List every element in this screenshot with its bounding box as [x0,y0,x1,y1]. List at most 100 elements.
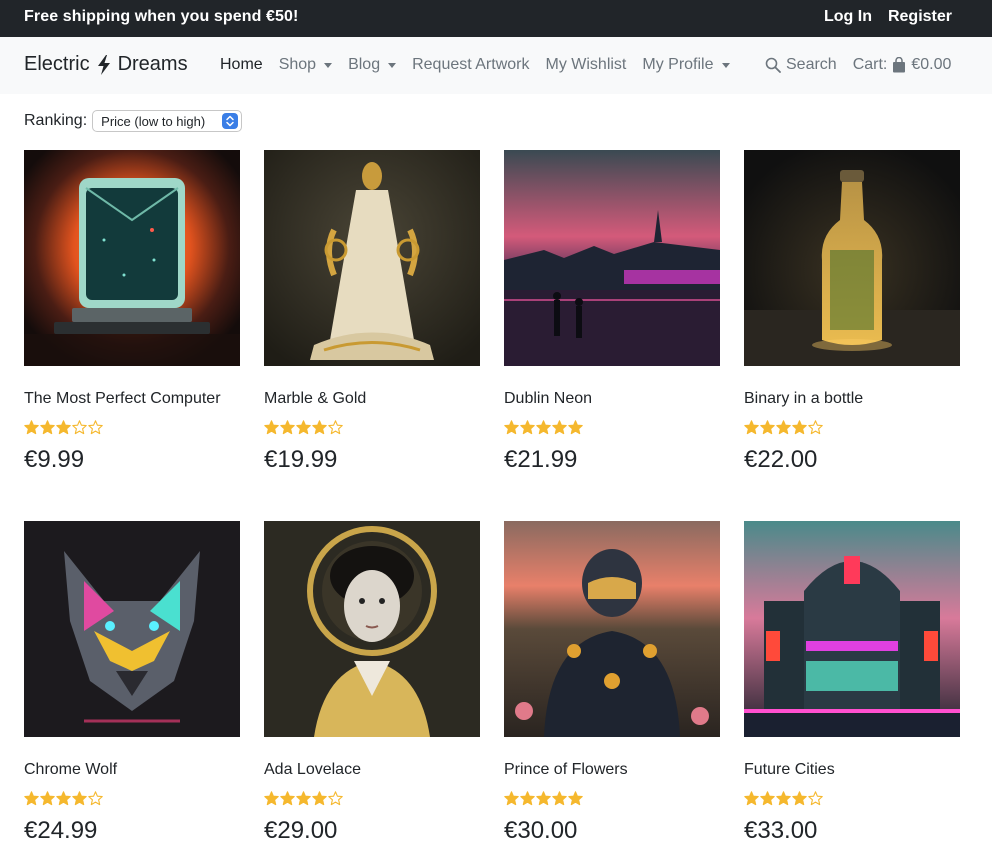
product-name[interactable]: Future Cities [744,761,835,779]
chevron-down-icon [721,62,730,68]
shopping-bag-icon [893,57,906,73]
product-rating [264,420,343,435]
star-filled-icon [568,420,583,435]
ranking-label: Ranking: [24,112,88,129]
nav-blog[interactable]: Blog [348,56,397,74]
login-link[interactable]: Log In [824,8,872,26]
star-filled-icon [520,420,535,435]
product-price: €24.99 [24,817,98,844]
star-empty-icon [88,791,103,806]
product-price: €22.00 [744,446,818,473]
star-filled-icon [72,791,87,806]
star-empty-icon [72,420,87,435]
star-filled-icon [744,420,759,435]
product-name[interactable]: Prince of Flowers [504,761,628,779]
nav-home[interactable]: Home [220,56,263,74]
free-shipping-promo: Free shipping when you spend €50! [24,8,299,25]
product-name[interactable]: Chrome Wolf [24,761,117,779]
auth-links: Log In Register [824,8,952,26]
main-navbar: Electric Dreams Home Shop Blog Request A… [0,37,992,94]
product-image[interactable] [744,521,960,737]
product-image[interactable] [504,521,720,737]
star-empty-icon [328,420,343,435]
cart-link[interactable]: Cart: €0.00 [853,56,952,74]
product-card[interactable]: Prince of Flowers €30.00 [504,521,720,844]
star-filled-icon [792,791,807,806]
star-filled-icon [264,420,279,435]
star-filled-icon [56,791,71,806]
product-image[interactable] [264,521,480,737]
star-filled-icon [744,791,759,806]
ranking-select[interactable]: Price (low to high) [92,110,243,132]
product-card[interactable]: The Most Perfect Computer €9.99 [24,150,240,473]
cart-total: €0.00 [911,56,952,73]
nav-request-artwork-label: Request Artwork [412,56,530,73]
cart-label: Cart: [852,56,888,73]
star-filled-icon [24,791,39,806]
product-card[interactable]: Dublin Neon €21.99 [504,150,720,473]
star-filled-icon [760,791,775,806]
product-card[interactable]: Chrome Wolf €24.99 [24,521,240,844]
product-rating [264,791,343,806]
product-price: €21.99 [504,446,578,473]
star-filled-icon [312,791,327,806]
product-rating [504,420,583,435]
nav-home-label: Home [220,56,263,73]
star-filled-icon [280,791,295,806]
register-link[interactable]: Register [888,8,952,26]
product-price: €29.00 [264,817,338,844]
product-price: €30.00 [504,817,578,844]
star-filled-icon [40,420,55,435]
announcement-bar: Free shipping when you spend €50! Log In… [0,0,992,37]
product-image[interactable] [24,521,240,737]
product-name[interactable]: Marble & Gold [264,390,366,408]
product-card[interactable]: Ada Lovelace €29.00 [264,521,480,844]
nav-shop[interactable]: Shop [278,56,333,74]
star-empty-icon [808,791,823,806]
product-image[interactable] [504,150,720,366]
nav-wishlist[interactable]: My Wishlist [545,56,626,74]
product-image[interactable] [264,150,480,366]
nav-menu: Home Shop Blog Request Artwork My Wishli… [220,56,951,74]
nav-profile-label: My Profile [642,56,714,73]
star-filled-icon [264,791,279,806]
nav-request-artwork[interactable]: Request Artwork [412,56,529,74]
nav-shop-label: Shop [278,56,317,73]
star-filled-icon [504,420,519,435]
star-filled-icon [24,420,39,435]
select-arrows-icon [222,113,239,129]
search-link[interactable]: Search [765,56,837,74]
product-image[interactable] [24,150,240,366]
product-card[interactable]: Future Cities €33.00 [744,521,960,844]
star-filled-icon [504,791,519,806]
product-image[interactable] [744,150,960,366]
ranking-selected-value: Price (low to high) [101,114,206,129]
star-filled-icon [568,791,583,806]
product-name[interactable]: Binary in a bottle [744,390,863,408]
product-card[interactable]: Binary in a bottle €22.00 [744,150,960,473]
nav-profile[interactable]: My Profile [642,56,730,74]
star-filled-icon [760,420,775,435]
star-filled-icon [792,420,807,435]
search-label: Search [786,56,837,73]
ranking-control: Ranking: Price (low to high) [24,110,243,132]
star-empty-icon [88,420,103,435]
star-filled-icon [520,791,535,806]
product-card[interactable]: Marble & Gold €19.99 [264,150,480,473]
brand-logo[interactable]: Electric Dreams [24,53,188,76]
star-filled-icon [296,420,311,435]
star-filled-icon [56,420,71,435]
product-rating [744,420,823,435]
product-name[interactable]: Ada Lovelace [264,761,361,779]
star-filled-icon [280,420,295,435]
nav-right: Search Cart: €0.00 [765,56,951,74]
brand-name-first: Electric [24,53,90,75]
star-filled-icon [552,791,567,806]
star-filled-icon [552,420,567,435]
product-name[interactable]: The Most Perfect Computer [24,390,221,408]
product-rating [24,420,103,435]
product-name[interactable]: Dublin Neon [504,390,592,408]
chevron-down-icon [324,62,333,68]
product-rating [744,791,823,806]
product-price: €9.99 [24,446,85,473]
